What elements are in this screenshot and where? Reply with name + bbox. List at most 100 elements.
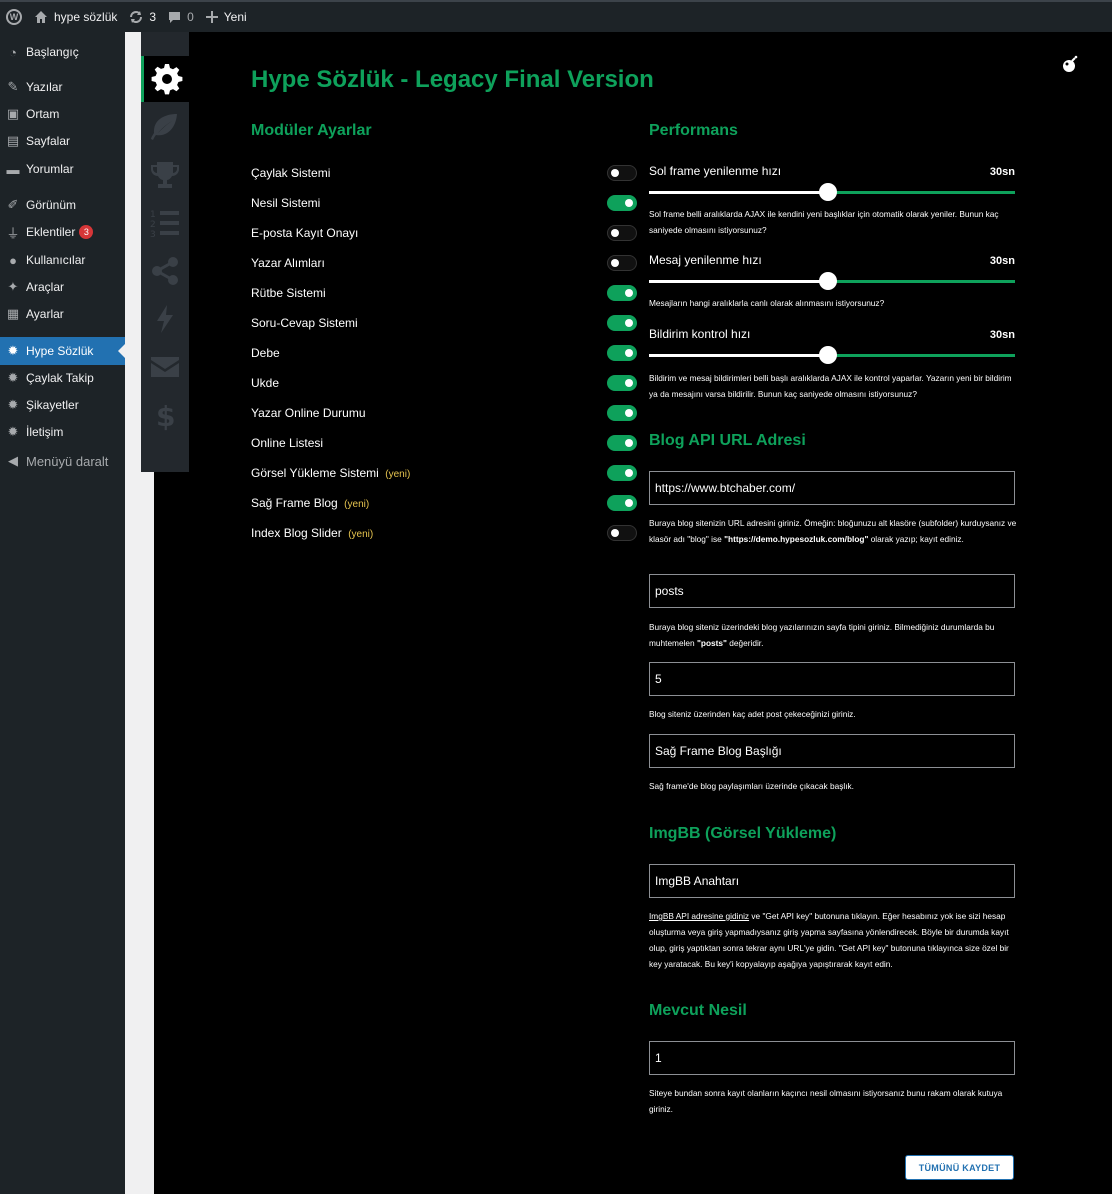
site-name-link[interactable]: hype sözlük — [28, 2, 123, 32]
user-icon: ● — [9, 252, 17, 268]
gear-icon: ✹ — [7, 343, 19, 358]
slider-track-rest — [828, 191, 1015, 194]
module-toggle[interactable] — [607, 375, 637, 391]
module-toggle[interactable] — [607, 165, 637, 181]
slider-thumb[interactable] — [819, 272, 837, 290]
module-row: Çaylak Sistemi — [251, 162, 637, 184]
generation-input[interactable] — [649, 1041, 1015, 1075]
module-label-wrap: Ukde — [251, 374, 279, 392]
blog-post-count-input[interactable] — [649, 662, 1015, 696]
refresh-rate-slider[interactable] — [649, 271, 1015, 291]
dashboard-icon: ◔ — [9, 44, 17, 60]
slider-thumb[interactable] — [819, 183, 837, 201]
menu-item-8[interactable]: ● Kullanıcılar — [0, 247, 125, 273]
menu-item-7[interactable]: ⏚ Eklentiler 3 — [0, 219, 125, 245]
bomb-icon[interactable] — [1061, 55, 1079, 73]
nav-mail[interactable] — [141, 344, 189, 390]
menu-item-12[interactable]: ✹ Çaylak Takip — [0, 365, 125, 391]
nav-generation[interactable] — [141, 104, 189, 150]
menu-item-13[interactable]: ✹ Şikayetler — [0, 392, 125, 418]
menu-item-3[interactable]: ▣ Ortam — [0, 101, 125, 127]
blog-url-help-text-end: olarak yazıp; kayıt ediniz. — [868, 534, 964, 544]
collapse-menu-button[interactable]: ◀ Menüyü daralt — [0, 448, 125, 474]
module-toggle[interactable] — [607, 195, 637, 211]
module-toggle[interactable] — [607, 495, 637, 511]
nav-social[interactable] — [141, 248, 189, 294]
nav-donate[interactable]: $ — [141, 392, 189, 438]
toggle-knob — [625, 319, 633, 327]
menu-item-5[interactable]: ▬ Yorumlar — [0, 156, 125, 182]
generation-section-title: Mevcut Nesil — [649, 1002, 747, 1019]
module-row: Rütbe Sistemi — [251, 282, 637, 304]
save-all-button[interactable]: TÜMÜNÜ KAYDET — [905, 1155, 1014, 1180]
menu-item-11[interactable]: ✹ Hype Sözlük — [0, 337, 125, 365]
module-label-wrap: Rütbe Sistemi — [251, 284, 326, 302]
module-label: Online Listesi — [251, 436, 324, 450]
module-label-wrap: Debe — [251, 344, 280, 362]
module-row: Yazar Online Durumu — [251, 402, 637, 424]
slider-value: 30sn — [989, 166, 1015, 178]
slider-value: 30sn — [989, 255, 1015, 267]
module-label: E-posta Kayıt Onayı — [251, 226, 359, 240]
slider-thumb[interactable] — [819, 346, 837, 364]
module-row: Ukde — [251, 372, 637, 394]
leaf-icon — [151, 114, 177, 140]
slider-track-filled — [649, 280, 828, 283]
imgbb-key-input[interactable] — [649, 864, 1015, 898]
module-row: Index Blog Slider (yeni) — [251, 522, 637, 544]
slider-track-rest — [828, 354, 1015, 357]
menu-item-1[interactable]: ◔ Başlangıç — [0, 39, 125, 65]
menu-item-label: Şikayetler — [26, 398, 79, 412]
wp-logo-menu[interactable]: W — [0, 2, 28, 32]
menu-item-2[interactable]: ✎ Yazılar — [0, 74, 125, 100]
module-toggle[interactable] — [607, 225, 637, 241]
updates-link[interactable]: 3 — [123, 2, 162, 32]
menu-item-label: Yazılar — [26, 80, 63, 94]
module-row: Online Listesi — [251, 432, 637, 454]
slider-label: Bildirim kontrol hızı — [649, 327, 751, 341]
toggle-knob — [611, 229, 619, 237]
module-toggle[interactable] — [607, 465, 637, 481]
menu-item-label: Sayfalar — [26, 134, 71, 148]
nav-performance[interactable] — [141, 296, 189, 342]
module-label: Nesil Sistemi — [251, 196, 321, 210]
refresh-rate-slider[interactable] — [649, 182, 1015, 202]
menu-item-10[interactable]: ▦ Ayarlar — [0, 301, 125, 327]
module-toggle[interactable] — [607, 285, 637, 301]
menu-item-6[interactable]: ✐ Görünüm — [0, 192, 125, 218]
menu-item-4[interactable]: ▤ Sayfalar — [0, 128, 125, 154]
module-toggle[interactable] — [607, 525, 637, 541]
plugin-nav: 123 $ — [141, 32, 189, 472]
imgbb-api-link[interactable]: ImgBB API adresine gidiniz — [649, 911, 749, 921]
module-row: E-posta Kayıt Onayı — [251, 222, 637, 244]
media-icon: ▣ — [6, 106, 20, 121]
module-toggle[interactable] — [607, 255, 637, 271]
update-count-badge: 3 — [79, 225, 94, 239]
menu-item-label: Ortam — [26, 107, 60, 121]
module-label: Debe — [251, 346, 280, 360]
module-toggle[interactable] — [607, 315, 637, 331]
blog-title-input[interactable] — [649, 734, 1015, 768]
nav-ranks[interactable] — [141, 152, 189, 198]
module-label-wrap: E-posta Kayıt Onayı — [251, 224, 358, 242]
blog-url-input[interactable] — [649, 471, 1015, 505]
menu-item-14[interactable]: ✹ İletişim — [0, 419, 125, 445]
menu-item-9[interactable]: ✦ Araçlar — [0, 274, 125, 300]
new-content-link[interactable]: Yeni — [200, 2, 253, 32]
module-label-wrap: Görsel Yükleme Sistemi (yeni) — [251, 464, 410, 482]
collapse-label: Menüyü daralt — [26, 453, 109, 469]
module-toggle[interactable] — [607, 345, 637, 361]
menu-item-label: Ayarlar — [26, 307, 64, 321]
toggle-knob — [625, 469, 633, 477]
refresh-rate-slider[interactable] — [649, 345, 1015, 365]
module-toggle[interactable] — [607, 405, 637, 421]
module-label: Index Blog Slider — [251, 526, 342, 540]
module-toggle[interactable] — [607, 435, 637, 451]
nav-lists[interactable]: 123 — [141, 200, 189, 246]
module-label: Yazar Alımları — [251, 256, 325, 270]
blog-post-type-input[interactable] — [649, 574, 1015, 608]
menu-item-label: Başlangıç — [26, 45, 79, 59]
nav-general[interactable] — [141, 56, 189, 102]
imgbb-section-title: ImgBB (Görsel Yükleme) — [649, 825, 837, 842]
comments-link[interactable]: 0 — [162, 2, 200, 32]
